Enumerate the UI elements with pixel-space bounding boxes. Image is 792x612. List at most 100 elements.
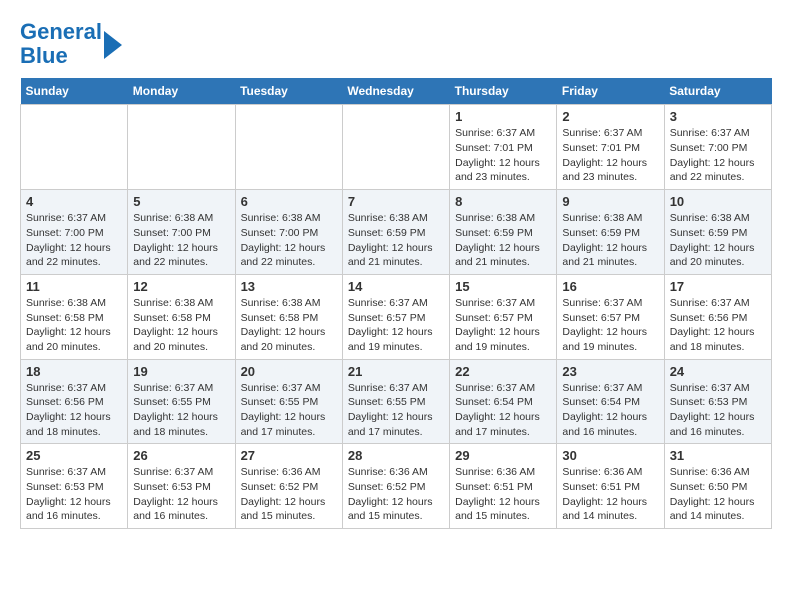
day-number: 25 — [26, 448, 122, 463]
day-info: Sunrise: 6:38 AM Sunset: 7:00 PM Dayligh… — [133, 211, 229, 270]
calendar-cell: 12 Sunrise: 6:38 AM Sunset: 6:58 PM Dayli… — [128, 274, 235, 359]
column-header-friday: Friday — [557, 78, 664, 105]
day-info: Sunrise: 6:37 AM Sunset: 6:57 PM Dayligh… — [348, 296, 444, 355]
day-info: Sunrise: 6:37 AM Sunset: 6:55 PM Dayligh… — [348, 381, 444, 440]
day-info: Sunrise: 6:36 AM Sunset: 6:51 PM Dayligh… — [562, 465, 658, 524]
day-number: 24 — [670, 364, 766, 379]
day-info: Sunrise: 6:36 AM Sunset: 6:51 PM Dayligh… — [455, 465, 551, 524]
day-info: Sunrise: 6:37 AM Sunset: 6:53 PM Dayligh… — [670, 381, 766, 440]
calendar-cell — [342, 105, 449, 190]
calendar-cell: 23 Sunrise: 6:37 AM Sunset: 6:54 PM Dayli… — [557, 359, 664, 444]
day-number: 30 — [562, 448, 658, 463]
day-info: Sunrise: 6:38 AM Sunset: 6:58 PM Dayligh… — [133, 296, 229, 355]
day-number: 19 — [133, 364, 229, 379]
calendar-cell: 28 Sunrise: 6:36 AM Sunset: 6:52 PM Dayli… — [342, 444, 449, 529]
day-number: 4 — [26, 194, 122, 209]
day-info: Sunrise: 6:36 AM Sunset: 6:52 PM Dayligh… — [241, 465, 337, 524]
day-number: 17 — [670, 279, 766, 294]
column-header-monday: Monday — [128, 78, 235, 105]
day-info: Sunrise: 6:38 AM Sunset: 6:58 PM Dayligh… — [26, 296, 122, 355]
day-number: 14 — [348, 279, 444, 294]
calendar-week-row: 1 Sunrise: 6:37 AM Sunset: 7:01 PM Daylig… — [21, 105, 772, 190]
day-info: Sunrise: 6:38 AM Sunset: 6:59 PM Dayligh… — [670, 211, 766, 270]
day-info: Sunrise: 6:37 AM Sunset: 6:55 PM Dayligh… — [133, 381, 229, 440]
day-number: 6 — [241, 194, 337, 209]
logo-blue: Blue — [20, 43, 68, 68]
calendar-week-row: 4 Sunrise: 6:37 AM Sunset: 7:00 PM Daylig… — [21, 190, 772, 275]
day-info: Sunrise: 6:37 AM Sunset: 7:00 PM Dayligh… — [670, 126, 766, 185]
calendar-cell: 9Sunrise: 6:38 AM Sunset: 6:59 PM Daylig… — [557, 190, 664, 275]
calendar-week-row: 11 Sunrise: 6:38 AM Sunset: 6:58 PM Dayli… — [21, 274, 772, 359]
calendar-cell: 22Sunrise: 6:37 AM Sunset: 6:54 PM Dayli… — [450, 359, 557, 444]
day-number: 15 — [455, 279, 551, 294]
day-info: Sunrise: 6:37 AM Sunset: 6:57 PM Dayligh… — [562, 296, 658, 355]
day-number: 8 — [455, 194, 551, 209]
page-header: General Blue — [20, 20, 772, 68]
calendar-cell: 6Sunrise: 6:38 AM Sunset: 7:00 PM Daylig… — [235, 190, 342, 275]
calendar-cell: 1 Sunrise: 6:37 AM Sunset: 7:01 PM Daylig… — [450, 105, 557, 190]
logo: General Blue — [20, 20, 122, 68]
calendar-cell — [21, 105, 128, 190]
day-info: Sunrise: 6:37 AM Sunset: 6:56 PM Dayligh… — [26, 381, 122, 440]
day-number: 1 — [455, 109, 551, 124]
calendar-cell: 11 Sunrise: 6:38 AM Sunset: 6:58 PM Dayli… — [21, 274, 128, 359]
column-header-thursday: Thursday — [450, 78, 557, 105]
day-info: Sunrise: 6:37 AM Sunset: 6:54 PM Dayligh… — [562, 381, 658, 440]
calendar-cell: 20 Sunrise: 6:37 AM Sunset: 6:55 PM Dayli… — [235, 359, 342, 444]
calendar-cell: 8 Sunrise: 6:38 AM Sunset: 6:59 PM Daylig… — [450, 190, 557, 275]
calendar-cell: 16Sunrise: 6:37 AM Sunset: 6:57 PM Dayli… — [557, 274, 664, 359]
day-number: 22 — [455, 364, 551, 379]
calendar-cell: 2Sunrise: 6:37 AM Sunset: 7:01 PM Daylig… — [557, 105, 664, 190]
day-info: Sunrise: 6:37 AM Sunset: 7:01 PM Dayligh… — [562, 126, 658, 185]
day-number: 31 — [670, 448, 766, 463]
day-info: Sunrise: 6:37 AM Sunset: 6:55 PM Dayligh… — [241, 381, 337, 440]
calendar-cell: 27 Sunrise: 6:36 AM Sunset: 6:52 PM Dayli… — [235, 444, 342, 529]
day-info: Sunrise: 6:37 AM Sunset: 6:56 PM Dayligh… — [670, 296, 766, 355]
calendar-cell: 10Sunrise: 6:38 AM Sunset: 6:59 PM Dayli… — [664, 190, 771, 275]
calendar-cell: 21 Sunrise: 6:37 AM Sunset: 6:55 PM Dayli… — [342, 359, 449, 444]
day-info: Sunrise: 6:38 AM Sunset: 6:59 PM Dayligh… — [348, 211, 444, 270]
calendar-cell: 7 Sunrise: 6:38 AM Sunset: 6:59 PM Daylig… — [342, 190, 449, 275]
day-info: Sunrise: 6:37 AM Sunset: 6:53 PM Dayligh… — [133, 465, 229, 524]
day-info: Sunrise: 6:37 AM Sunset: 7:00 PM Dayligh… — [26, 211, 122, 270]
day-info: Sunrise: 6:36 AM Sunset: 6:50 PM Dayligh… — [670, 465, 766, 524]
calendar-table: SundayMondayTuesdayWednesdayThursdayFrid… — [20, 78, 772, 529]
column-header-tuesday: Tuesday — [235, 78, 342, 105]
day-number: 23 — [562, 364, 658, 379]
column-header-saturday: Saturday — [664, 78, 771, 105]
day-number: 29 — [455, 448, 551, 463]
day-number: 26 — [133, 448, 229, 463]
day-info: Sunrise: 6:38 AM Sunset: 6:59 PM Dayligh… — [562, 211, 658, 270]
day-number: 28 — [348, 448, 444, 463]
calendar-cell: 15Sunrise: 6:37 AM Sunset: 6:57 PM Dayli… — [450, 274, 557, 359]
day-info: Sunrise: 6:38 AM Sunset: 6:58 PM Dayligh… — [241, 296, 337, 355]
calendar-cell — [128, 105, 235, 190]
calendar-cell: 13 Sunrise: 6:38 AM Sunset: 6:58 PM Dayli… — [235, 274, 342, 359]
day-info: Sunrise: 6:37 AM Sunset: 7:01 PM Dayligh… — [455, 126, 551, 185]
calendar-header-row: SundayMondayTuesdayWednesdayThursdayFrid… — [21, 78, 772, 105]
day-number: 3 — [670, 109, 766, 124]
calendar-cell — [235, 105, 342, 190]
calendar-cell: 25Sunrise: 6:37 AM Sunset: 6:53 PM Dayli… — [21, 444, 128, 529]
day-number: 12 — [133, 279, 229, 294]
calendar-week-row: 25 Sunrise: 6:37 AM Sunset: 6:53 PM Dayli… — [21, 444, 772, 529]
column-header-wednesday: Wednesday — [342, 78, 449, 105]
calendar-cell: 3 Sunrise: 6:37 AM Sunset: 7:00 PM Daylig… — [664, 105, 771, 190]
day-number: 27 — [241, 448, 337, 463]
day-info: Sunrise: 6:38 AM Sunset: 6:59 PM Dayligh… — [455, 211, 551, 270]
calendar-cell: 26 Sunrise: 6:37 AM Sunset: 6:53 PM Dayli… — [128, 444, 235, 529]
day-number: 7 — [348, 194, 444, 209]
column-header-sunday: Sunday — [21, 78, 128, 105]
calendar-cell: 17 Sunrise: 6:37 AM Sunset: 6:56 PM Dayli… — [664, 274, 771, 359]
day-number: 21 — [348, 364, 444, 379]
calendar-cell: 30 Sunrise: 6:36 AM Sunset: 6:51 PM Dayli… — [557, 444, 664, 529]
logo-general: General — [20, 19, 102, 44]
calendar-cell: 14 Sunrise: 6:37 AM Sunset: 6:57 PM Dayli… — [342, 274, 449, 359]
calendar-cell: 24 Sunrise: 6:37 AM Sunset: 6:53 PM Dayli… — [664, 359, 771, 444]
calendar-cell: 31 Sunrise: 6:36 AM Sunset: 6:50 PM Dayli… — [664, 444, 771, 529]
day-number: 13 — [241, 279, 337, 294]
day-number: 5 — [133, 194, 229, 209]
day-number: 20 — [241, 364, 337, 379]
day-number: 11 — [26, 279, 122, 294]
day-info: Sunrise: 6:36 AM Sunset: 6:52 PM Dayligh… — [348, 465, 444, 524]
